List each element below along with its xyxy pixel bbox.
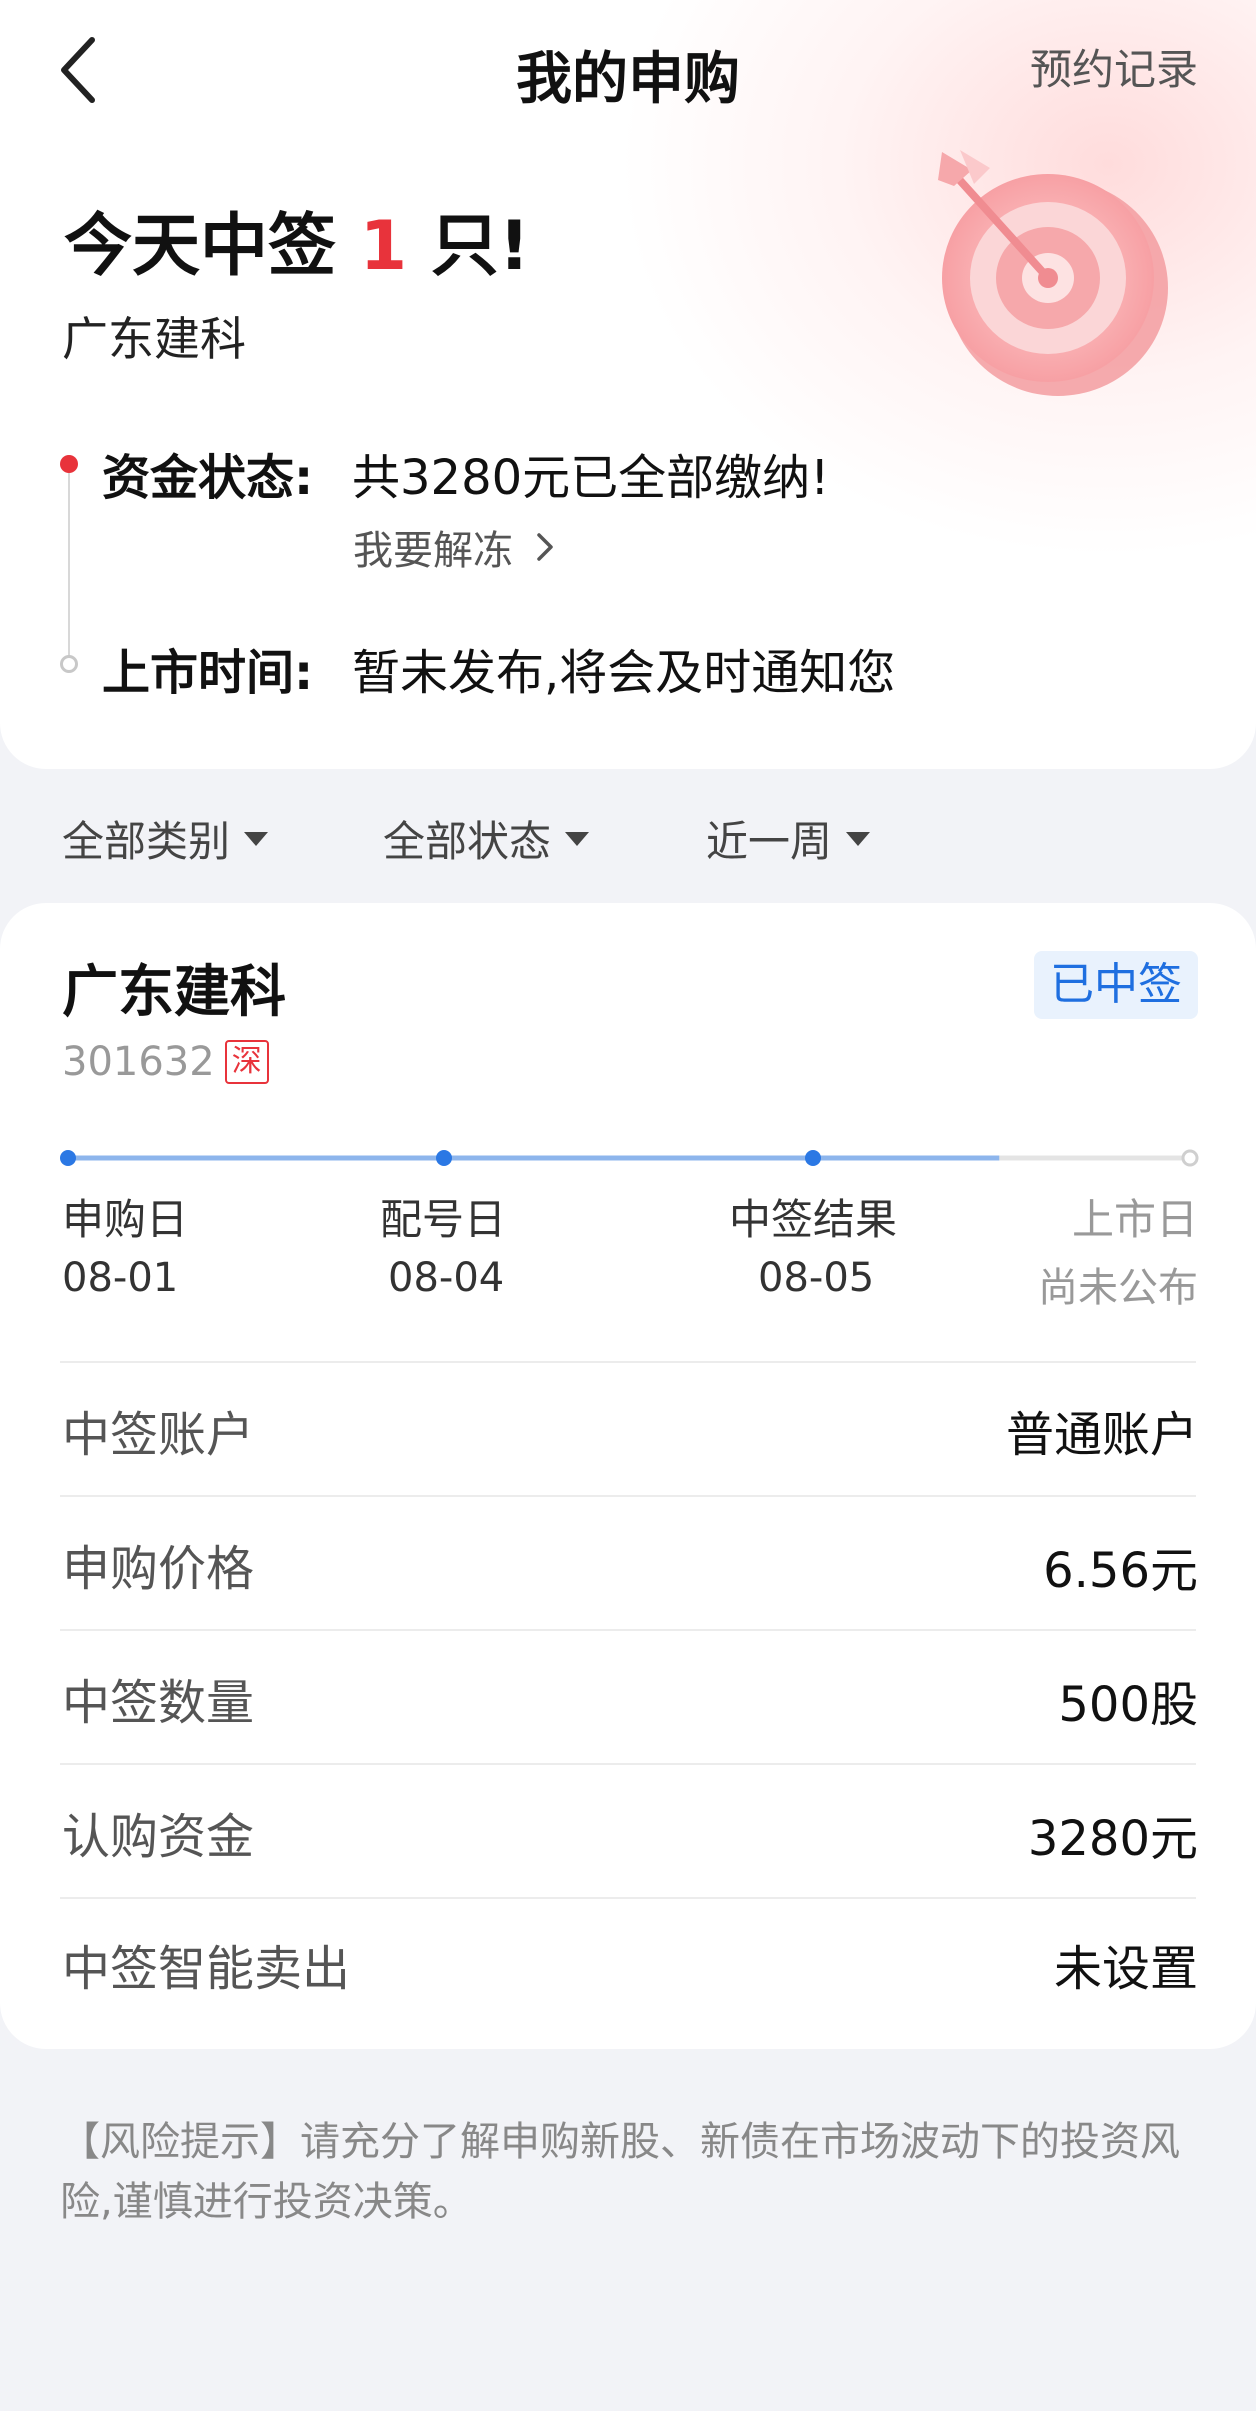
- row-label-account: 中签账户: [62, 1407, 255, 1463]
- progress-node-3: [805, 1150, 821, 1166]
- summary-panel: 我的申购 预约记录 今天中签 1 只! 广东建科 资金状态: 共3280元已全部…: [0, 0, 1256, 769]
- step-date-allot: 08-04: [388, 1255, 505, 1301]
- row-value-quantity: 500股: [1058, 1677, 1198, 1733]
- step-date-result: 08-05: [758, 1255, 875, 1301]
- won-stock-name: 广东建科: [62, 312, 246, 366]
- timeline-dot-pending: [60, 655, 78, 673]
- caret-down-icon: [846, 831, 871, 846]
- filter-category[interactable]: 全部类别: [62, 808, 269, 869]
- divider: [60, 1629, 1196, 1631]
- row-label-quantity: 中签数量: [62, 1675, 255, 1731]
- step-label-subscribe: 申购日: [62, 1195, 189, 1244]
- stock-code: 301632: [62, 1039, 215, 1085]
- progress-node-2: [436, 1150, 452, 1166]
- headline-suffix: 只!: [430, 207, 530, 286]
- headline: 今天中签 1 只!: [60, 190, 534, 295]
- caret-down-icon: [244, 831, 269, 846]
- filter-period[interactable]: 近一周: [706, 808, 871, 869]
- divider: [60, 1495, 1196, 1497]
- filter-period-label: 近一周: [706, 817, 833, 866]
- step-label-result: 中签结果: [729, 1195, 898, 1244]
- filter-category-label: 全部类别: [62, 817, 231, 866]
- progress-node-4: [1181, 1149, 1199, 1167]
- reserve-records-link[interactable]: 预约记录: [1030, 36, 1198, 97]
- stock-name: 广东建科: [62, 960, 286, 1025]
- row-label-smart-sell: 中签智能卖出: [62, 1941, 351, 1997]
- chevron-right-icon: [536, 533, 553, 561]
- fund-status-label: 资金状态:: [102, 450, 314, 506]
- fund-status-value: 共3280元已全部缴纳!: [352, 450, 830, 506]
- listing-time-value: 暂未发布,将会及时通知您: [352, 645, 896, 701]
- timeline-line: [68, 470, 70, 660]
- listing-time-label: 上市时间:: [102, 645, 314, 701]
- unfreeze-label: 我要解冻: [353, 528, 513, 574]
- row-label-price: 申购价格: [62, 1541, 255, 1597]
- subscription-card[interactable]: 广东建科 已中签 301632 深 申购日 08-01 配号日 08-04 中签…: [0, 903, 1256, 2049]
- filter-status-label: 全部状态: [383, 817, 552, 866]
- headline-prefix: 今天中签: [64, 207, 337, 286]
- progress-track: [60, 1149, 1199, 1167]
- step-date-listing: 尚未公布: [1038, 1265, 1198, 1311]
- divider: [60, 1897, 1196, 1899]
- risk-notice: 【风险提示】请充分了解申购新股、新债在市场波动下的投资风险,谨慎进行投资决策。: [60, 2119, 1180, 2225]
- step-date-subscribe: 08-01: [62, 1255, 179, 1301]
- divider: [60, 1361, 1196, 1363]
- unfreeze-link[interactable]: 我要解冻: [353, 518, 556, 576]
- progress-node-1: [60, 1150, 76, 1166]
- step-label-allot: 配号日: [380, 1195, 507, 1244]
- stock-code-row: 301632 深: [62, 1039, 269, 1085]
- row-value-account: 普通账户: [1005, 1407, 1198, 1463]
- row-label-funds: 认购资金: [62, 1809, 255, 1865]
- filter-status[interactable]: 全部状态: [383, 808, 590, 869]
- divider: [60, 1763, 1196, 1765]
- timeline-dot-active: [60, 455, 78, 473]
- step-label-listing: 上市日: [1071, 1195, 1198, 1244]
- status-badge: 已中签: [1034, 951, 1198, 1019]
- target-icon: [938, 150, 1168, 396]
- nav-header: 我的申购 预约记录: [0, 0, 1256, 140]
- filter-bar: 全部类别 全部状态 近一周: [0, 808, 1256, 868]
- row-value-funds: 3280元: [1027, 1811, 1198, 1867]
- caret-down-icon: [565, 831, 590, 846]
- headline-count: 1: [359, 207, 408, 286]
- row-value-price: 6.56元: [1043, 1543, 1198, 1599]
- row-value-smart-sell[interactable]: 未设置: [1054, 1929, 1198, 1999]
- market-tag: 深: [224, 1040, 269, 1084]
